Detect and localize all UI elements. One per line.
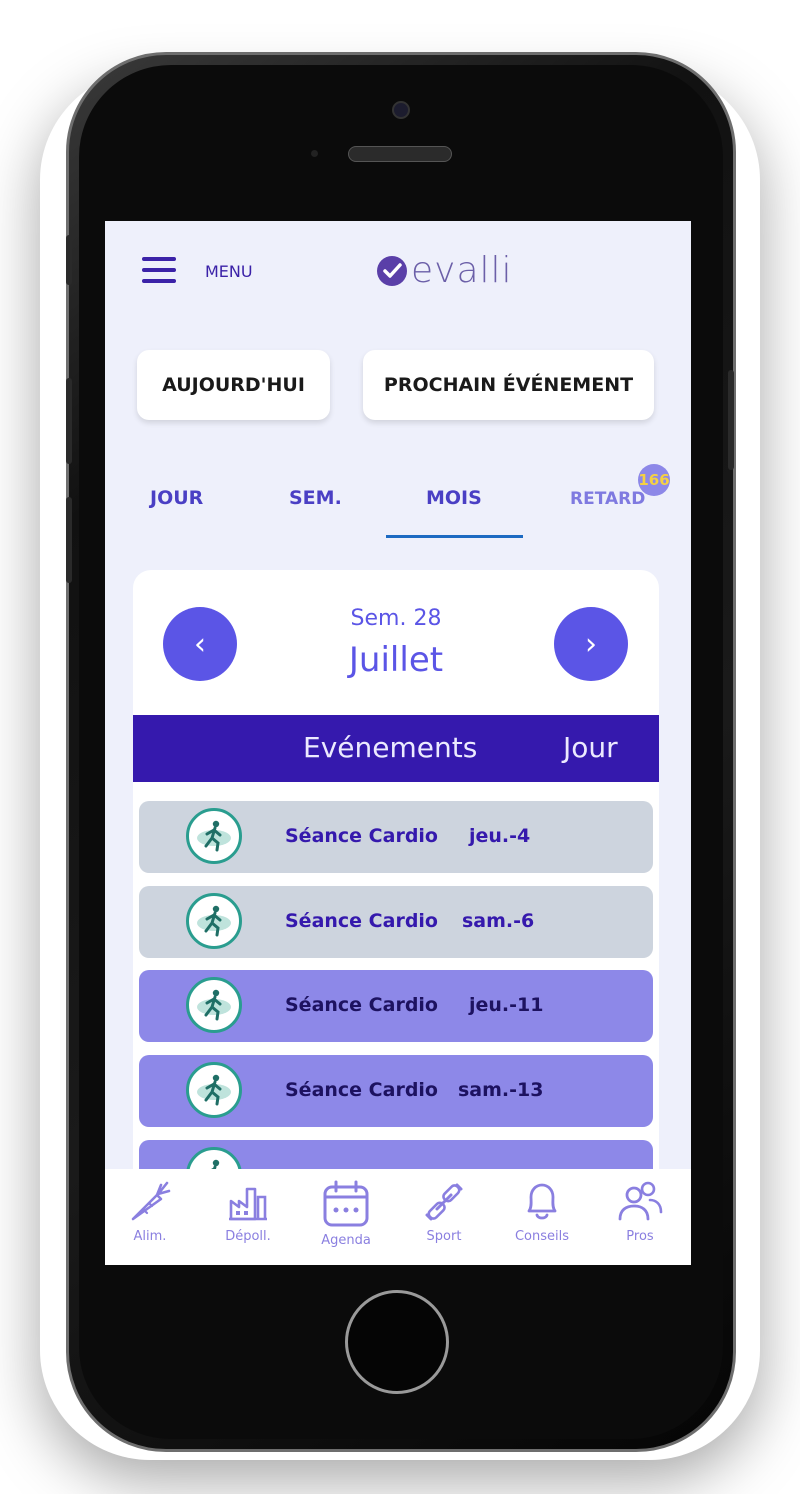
active-tab-indicator bbox=[386, 535, 523, 538]
tab-late[interactable]: RETARD bbox=[570, 489, 645, 509]
next-week-button[interactable]: › bbox=[554, 607, 628, 681]
volume-down-button bbox=[66, 497, 72, 583]
home-button[interactable] bbox=[345, 1290, 449, 1394]
event-day: sam.-13 bbox=[458, 1079, 544, 1101]
power-button bbox=[728, 370, 734, 470]
event-row[interactable]: Séance Cardio jeu.-11 bbox=[139, 970, 653, 1042]
bell-icon bbox=[527, 1183, 557, 1220]
app-logo: evalli bbox=[377, 250, 513, 291]
late-count-badge: 166 bbox=[638, 464, 670, 496]
logo-text: evalli bbox=[411, 250, 513, 291]
running-icon bbox=[186, 1062, 242, 1118]
front-camera bbox=[392, 101, 410, 119]
nav-label: Pros bbox=[626, 1229, 654, 1244]
app-screen: MENU evalli AUJOURD'HUI PROCHAIN ÉVÉNEME… bbox=[105, 221, 691, 1265]
tab-week[interactable]: SEM. bbox=[289, 487, 342, 509]
nav-label: Agenda bbox=[321, 1233, 371, 1248]
checkmark-logo-icon bbox=[377, 255, 407, 286]
event-row[interactable]: Séance Cardio sam.-13 bbox=[139, 1055, 653, 1127]
event-day: sam.-6 bbox=[462, 910, 535, 932]
running-icon bbox=[186, 893, 242, 949]
nav-pros[interactable]: Pros bbox=[595, 1179, 685, 1244]
proximity-sensor bbox=[311, 150, 318, 157]
menu-icon[interactable] bbox=[142, 257, 176, 283]
today-button[interactable]: AUJOURD'HUI bbox=[137, 350, 330, 420]
nav-label: Dépoll. bbox=[225, 1229, 271, 1244]
event-name: Séance Cardio bbox=[285, 1079, 438, 1101]
event-name: Séance Cardio bbox=[285, 825, 438, 847]
events-table-header: Evénements Jour bbox=[133, 715, 659, 782]
event-day: jeu.-4 bbox=[469, 825, 531, 847]
running-icon bbox=[186, 977, 242, 1033]
nav-sport[interactable]: Sport bbox=[399, 1179, 489, 1244]
nav-label: Sport bbox=[426, 1229, 462, 1244]
carrot-icon bbox=[131, 1181, 171, 1221]
event-name: Séance Cardio bbox=[285, 994, 438, 1016]
event-row[interactable]: Séance Cardio jeu.-4 bbox=[139, 801, 653, 873]
nav-depoll[interactable]: Dépoll. bbox=[203, 1179, 293, 1244]
earpiece-speaker bbox=[348, 146, 452, 162]
next-event-button[interactable]: PROCHAIN ÉVÉNEMENT bbox=[363, 350, 654, 420]
bottom-navigation: Alim. Dépoll. Agenda Sport Conseils Pros bbox=[105, 1169, 691, 1265]
calendar-icon bbox=[323, 1180, 369, 1227]
calendar-card: ‹ Sem. 28 Juillet › Evénements Jour Séan… bbox=[133, 570, 659, 1265]
tab-day[interactable]: JOUR bbox=[150, 487, 203, 509]
running-icon bbox=[186, 808, 242, 864]
event-name: Séance Cardio bbox=[285, 910, 438, 932]
menu-label[interactable]: MENU bbox=[205, 262, 253, 281]
dumbbell-icon bbox=[425, 1183, 463, 1221]
volume-up-button bbox=[66, 378, 72, 464]
nav-label: Conseils bbox=[514, 1229, 570, 1244]
nav-alim[interactable]: Alim. bbox=[105, 1179, 195, 1244]
nav-conseils[interactable]: Conseils bbox=[497, 1179, 587, 1244]
column-events: Evénements bbox=[303, 731, 478, 764]
event-day: jeu.-11 bbox=[469, 994, 544, 1016]
column-day: Jour bbox=[563, 731, 618, 764]
tab-month[interactable]: MOIS bbox=[426, 487, 482, 509]
nav-agenda[interactable]: Agenda bbox=[301, 1179, 391, 1248]
mute-switch bbox=[66, 235, 72, 285]
users-icon bbox=[618, 1181, 663, 1221]
factory-icon bbox=[229, 1187, 267, 1221]
event-row[interactable]: Séance Cardio sam.-6 bbox=[139, 886, 653, 958]
nav-label: Alim. bbox=[133, 1229, 167, 1244]
